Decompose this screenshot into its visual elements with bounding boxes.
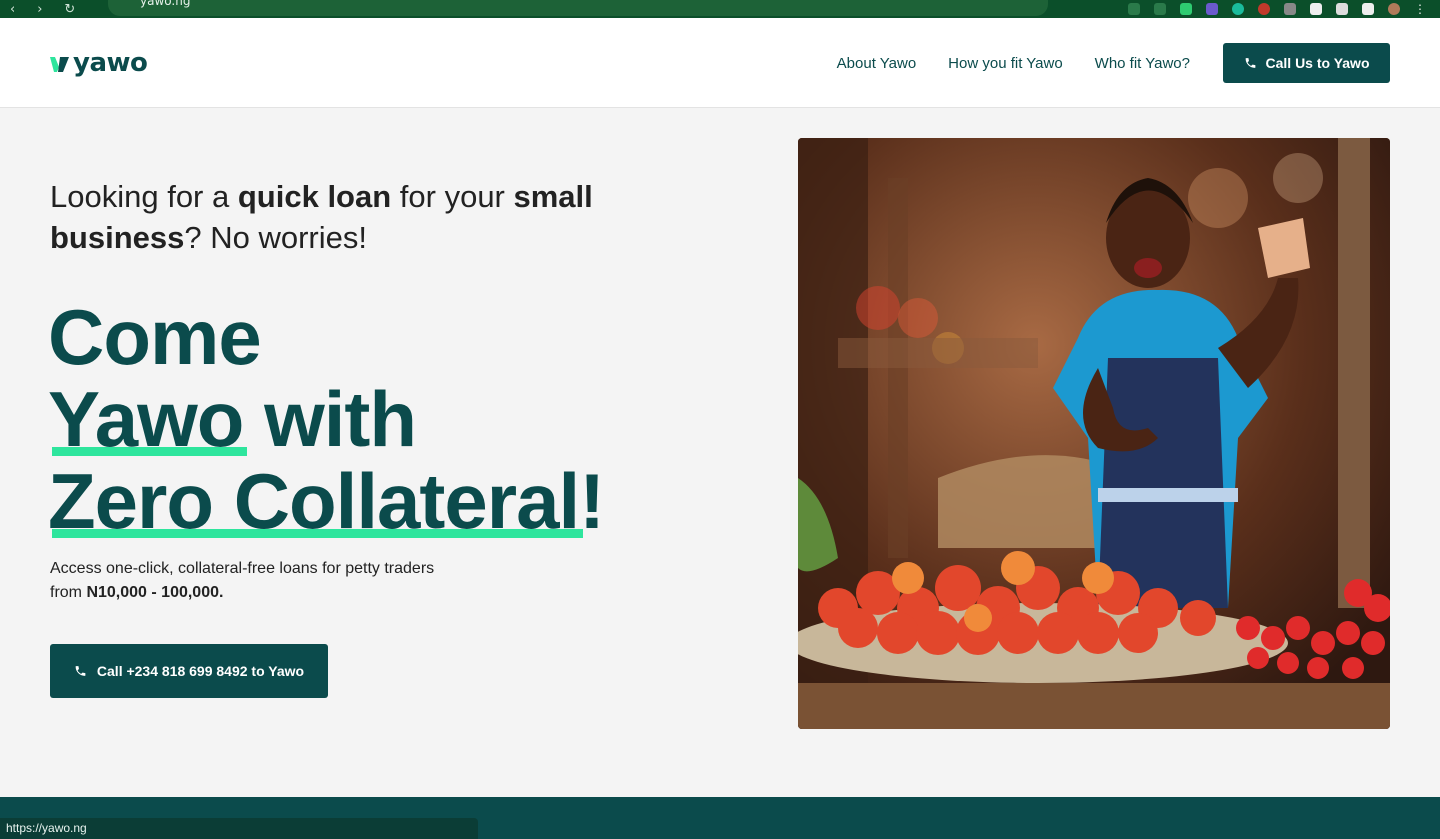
subtext-line: Access one-click, collateral-free loans …: [50, 560, 435, 577]
star-icon[interactable]: [1154, 3, 1166, 15]
market-trader-illustration: [798, 138, 1390, 729]
hero-tagline: Looking for a quick loan for your small …: [50, 176, 650, 258]
reload-icon[interactable]: ↻: [64, 2, 75, 17]
headline-line: Come: [48, 293, 262, 381]
browser-nav: ‹ › ↻: [10, 0, 75, 18]
tagline-text: Looking for a: [50, 179, 238, 214]
extension-icon[interactable]: [1206, 3, 1218, 15]
main-nav: About Yawo How you fit Yawo Who fit Yawo…: [837, 18, 1190, 108]
headline-line: Yawo with: [48, 378, 768, 460]
headline-highlight: Yawo: [48, 375, 248, 463]
address-bar[interactable]: yawo.ng: [108, 0, 1048, 16]
call-us-button[interactable]: Call Us to Yawo: [1223, 43, 1390, 83]
logo-mark-icon: [50, 56, 69, 72]
puzzle-icon[interactable]: [1336, 3, 1348, 15]
phone-icon: [75, 666, 86, 676]
loan-range: N10,000 - 100,000.: [86, 584, 224, 601]
window-icon[interactable]: [1362, 3, 1374, 15]
extension-icon[interactable]: [1284, 3, 1296, 15]
call-phone-label: Call +234 818 699 8492 to Yawo: [96, 663, 305, 679]
back-icon[interactable]: ‹: [10, 2, 15, 17]
tagline-text: for your: [391, 179, 514, 214]
bookmark-icon[interactable]: [1128, 3, 1140, 15]
forward-icon[interactable]: ›: [37, 2, 42, 17]
headline-text: with: [243, 375, 417, 463]
browser-status-bar: https://yawo.ng: [0, 818, 478, 839]
nav-who-fit[interactable]: Who fit Yawo?: [1095, 55, 1190, 72]
headline-text: !: [579, 457, 605, 545]
site-header: yawo About Yawo How you fit Yawo Who fit…: [0, 18, 1440, 108]
subtext-from: from: [50, 584, 87, 601]
address-bar-text: yawo.ng: [140, 0, 191, 8]
extensions-area: ⋮: [1128, 1, 1426, 17]
hero-subtext: Access one-click, collateral-free loans …: [50, 557, 510, 605]
logo[interactable]: yawo: [50, 48, 148, 78]
tagline-bold: quick loan: [237, 179, 392, 214]
menu-icon[interactable]: ⋮: [1414, 3, 1426, 15]
call-phone-button[interactable]: Call +234 818 699 8492 to Yawo: [50, 644, 328, 698]
extension-icon[interactable]: [1232, 3, 1244, 15]
extension-icon[interactable]: [1258, 3, 1270, 15]
phone-icon: [1245, 58, 1255, 68]
hero-image: [798, 138, 1390, 729]
nav-about[interactable]: About Yawo: [837, 55, 917, 72]
logo-text: yawo: [73, 48, 148, 78]
headline-line: Zero Collateral!: [48, 460, 768, 542]
tagline-text: ? No worries!: [184, 220, 367, 255]
headline-highlight: Zero Collateral: [48, 457, 584, 545]
nav-how-you-fit[interactable]: How you fit Yawo: [948, 55, 1063, 72]
extension-icon[interactable]: [1310, 3, 1322, 15]
call-us-label: Call Us to Yawo: [1265, 55, 1370, 71]
avatar[interactable]: [1388, 3, 1400, 15]
extension-icon[interactable]: [1180, 3, 1192, 15]
browser-toolbar: ‹ › ↻ yawo.ng ⋮: [0, 0, 1440, 18]
hero-headline: Come Yawo with Zero Collateral!: [48, 296, 768, 542]
